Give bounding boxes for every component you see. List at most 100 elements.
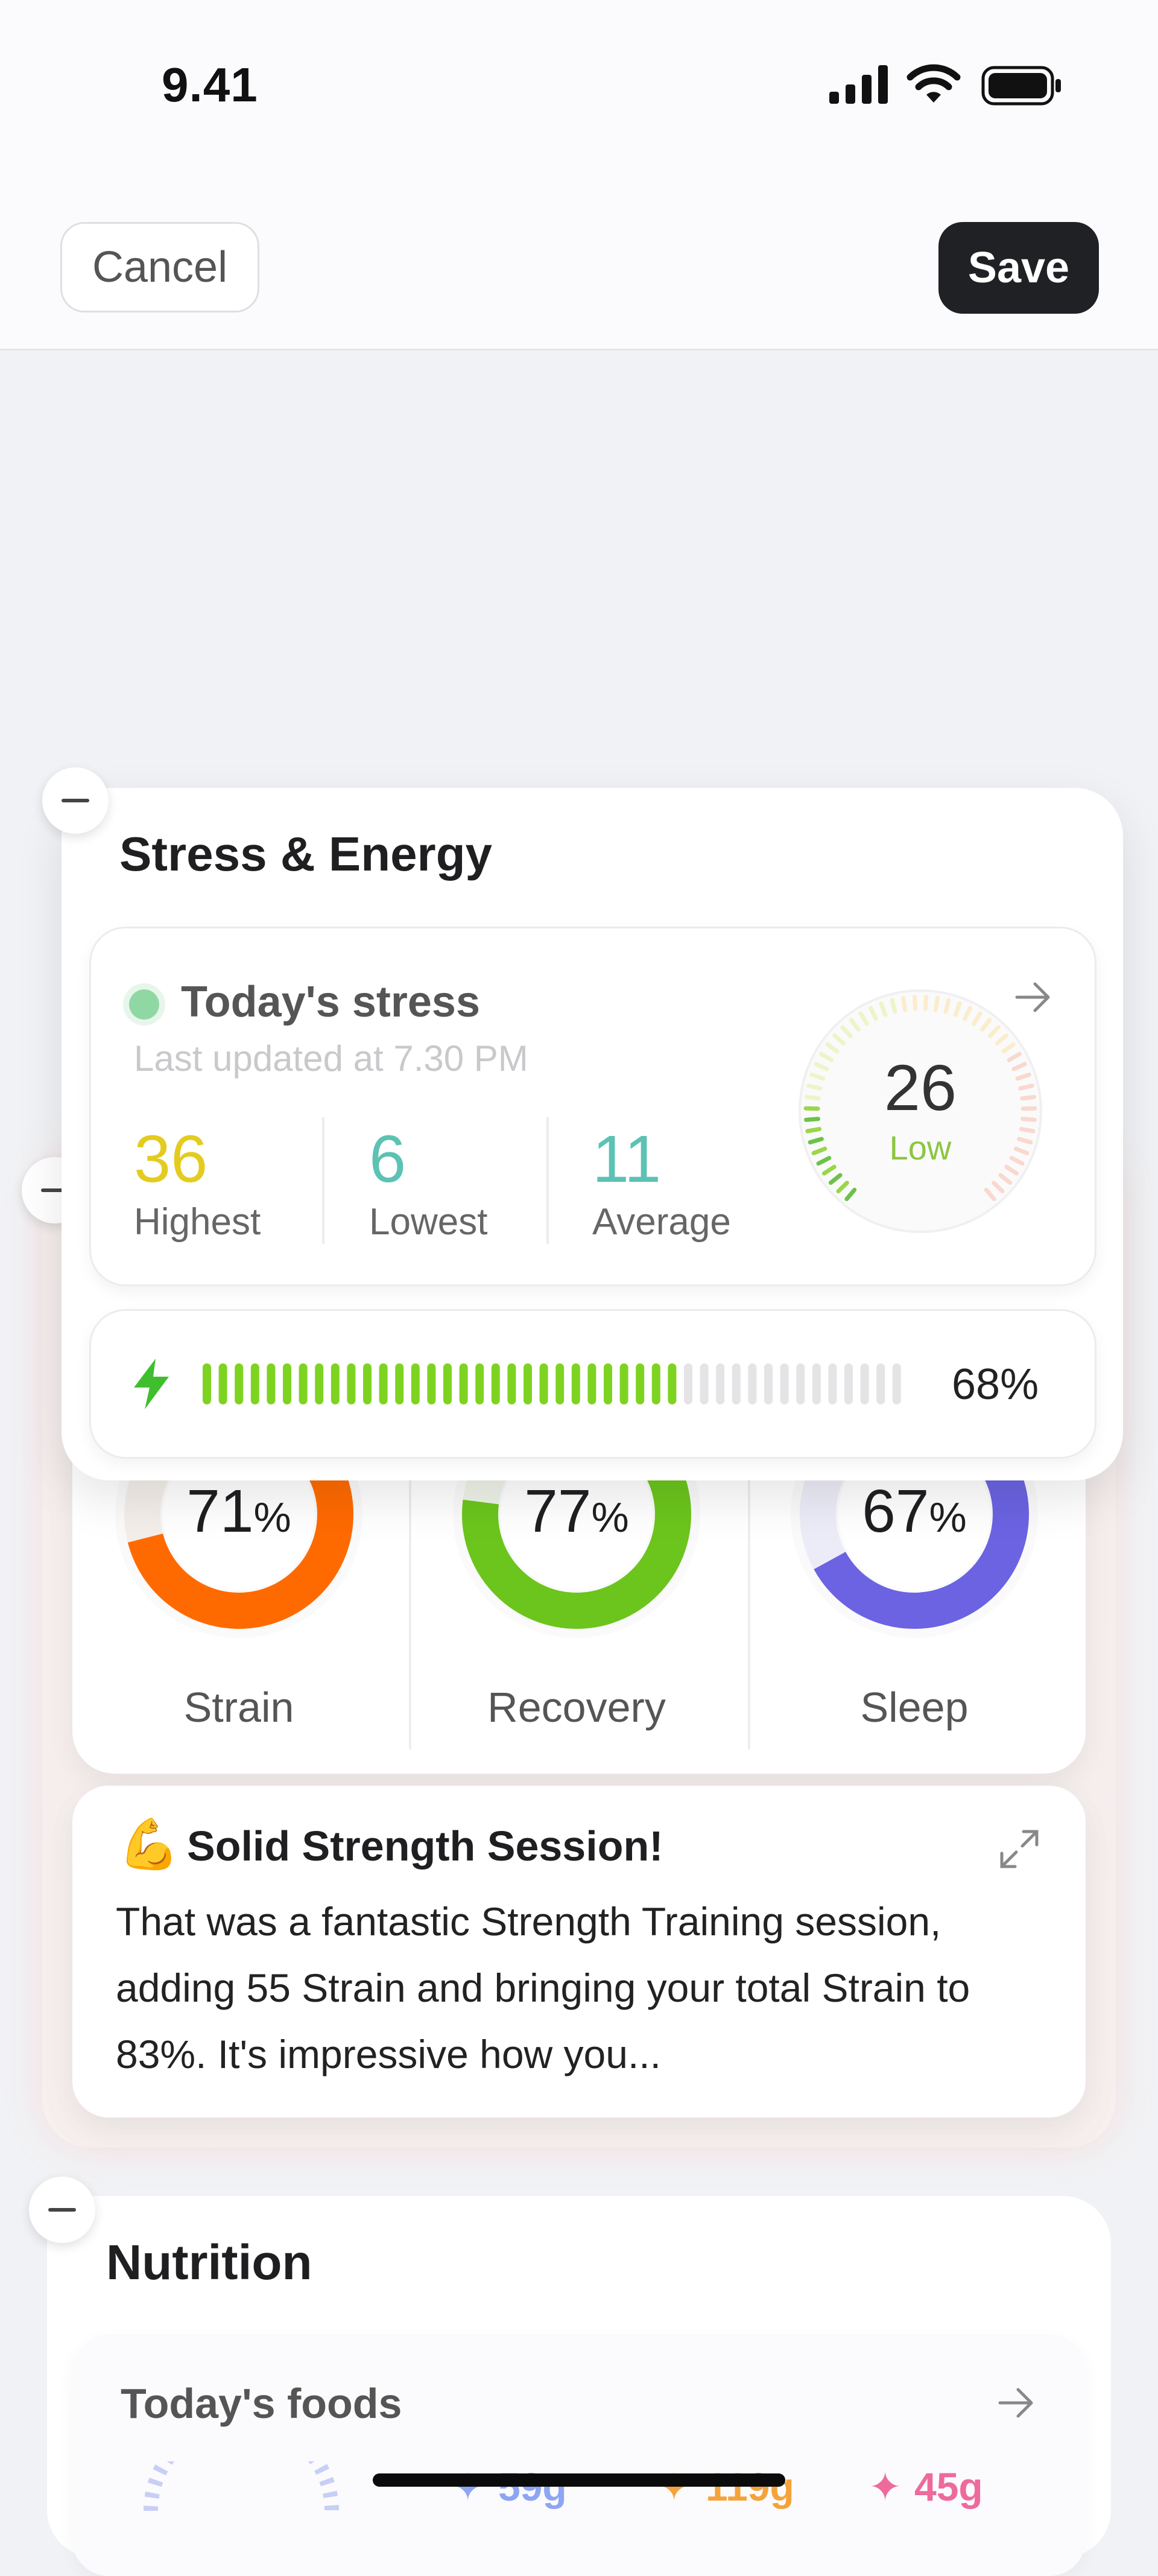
energy-bar [203,1360,908,1408]
energy-percent: 68% [952,1360,1039,1409]
sleep-value: 67% [782,1477,1047,1546]
lightning-bolt-icon [131,1359,171,1409]
stress-highest-value: 36 [134,1121,207,1198]
cancel-button[interactable]: Cancel [60,222,259,312]
today-stress-label: Today's stress [181,977,480,1027]
energy-bar-segment [587,1363,596,1404]
energy-bar-segment [812,1363,821,1404]
recovery-label: Recovery [444,1683,709,1731]
carbs-value: 119g [706,2464,794,2510]
stress-gauge-label: Low [794,1128,1047,1167]
stress-gauge-tick [892,1000,895,1012]
energy-bar-segment [475,1363,484,1404]
energy-bar-segment [299,1363,308,1404]
energy-bar-segment [652,1363,660,1404]
energy-bar-segment [780,1363,789,1404]
energy-bar-segment [235,1363,243,1404]
energy-bar-segment [219,1363,227,1404]
fat-icon: ✦ [868,2464,902,2510]
carbs-icon: ✦ [657,2464,691,2510]
nutrition-title: Nutrition [106,2235,312,2291]
stress-lowest-label: Lowest [369,1201,487,1243]
energy-bar-segment [411,1363,420,1404]
energy-bar-segment [379,1363,388,1404]
remove-stress-widget-button[interactable] [42,767,109,834]
stress-gauge-tick [935,998,937,1010]
stress-gauge-value: 26 [794,1050,1047,1125]
arrow-right-icon[interactable] [1012,976,1054,1018]
energy-bar-segment [443,1363,452,1404]
energy-bar-segment [828,1363,837,1404]
energy-bar-segment [716,1363,724,1404]
strain-value: 71% [106,1477,372,1546]
stress-lowest-value: 6 [369,1121,406,1198]
energy-bar-segment [507,1363,516,1404]
energy-bar-segment [861,1363,869,1404]
energy-bar-segment [620,1363,628,1404]
energy-bar-segment [684,1363,692,1404]
energy-bar-segment [395,1363,403,1404]
energy-bar-segment [524,1363,532,1404]
stress-highest-label: Highest [134,1201,261,1243]
energy-bar-segment [251,1363,259,1404]
energy-bar-segment [331,1363,340,1404]
stress-average-value: 11 [592,1121,661,1198]
divider [409,1478,411,1750]
energy-bar-segment [203,1363,211,1404]
divider [748,1478,750,1750]
energy-bar-segment [764,1363,773,1404]
energy-bar-segment [700,1363,709,1404]
energy-bar-segment [460,1363,468,1404]
energy-bar-segment [796,1363,805,1404]
energy-bar-segment [363,1363,372,1404]
remove-nutrition-widget-button[interactable] [29,2177,95,2243]
recovery-value: 77% [444,1477,709,1546]
wifi-icon [906,63,961,105]
insight-title: Solid Strength Session! [187,1822,663,1870]
energy-bar-segment [540,1363,548,1404]
fat-value: 45g [914,2464,983,2510]
energy-bar-segment [347,1363,355,1404]
energy-bar-segment [555,1363,564,1404]
energy-bar-segment [893,1363,901,1404]
insight-body: That was a fantastic Strength Training s… [116,1888,1039,2087]
stress-gauge-tick [915,997,916,1009]
calorie-gauge [139,2461,344,2511]
flexed-biceps-emoji: 💪 [118,1816,180,1874]
energy-bar-segment [427,1363,435,1404]
last-updated-text: Last updated at 7.30 PM [134,1038,528,1079]
energy-bar-segment [604,1363,612,1404]
energy-bar-segment [668,1363,676,1404]
protein-icon: ✦ [451,2464,484,2510]
energy-bar-segment [283,1363,291,1404]
status-dot-icon [129,989,159,1020]
protein-value: 59g [498,2464,567,2510]
energy-bar-segment [636,1363,644,1404]
home-indicator [373,2473,785,2487]
stress-gauge-tick [946,1000,949,1012]
sleep-label: Sleep [782,1683,1047,1731]
energy-bar-segment [876,1363,885,1404]
divider [322,1117,324,1244]
arrow-right-icon[interactable] [995,2382,1037,2424]
energy-bar-segment [748,1363,756,1404]
status-time: 9.41 [162,57,258,113]
stress-gauge-tick [925,997,926,1009]
battery-icon [981,64,1063,107]
strain-label: Strain [106,1683,372,1731]
save-button[interactable]: Save [938,222,1099,314]
stress-gauge-tick [903,998,905,1010]
expand-icon[interactable] [998,1828,1040,1870]
energy-bar-segment [315,1363,323,1404]
energy-bar-segment [267,1363,275,1404]
cellular-signal-icon [829,65,890,104]
energy-bar-segment [732,1363,741,1404]
stress-energy-title: Stress & Energy [119,826,492,882]
stress-average-label: Average [592,1201,731,1243]
todays-foods-panel[interactable] [72,2335,1086,2576]
todays-foods-label: Today's foods [121,2379,402,2428]
energy-bar-segment [572,1363,580,1404]
divider [546,1117,549,1244]
energy-bar-segment [492,1363,500,1404]
energy-bar-segment [844,1363,853,1404]
